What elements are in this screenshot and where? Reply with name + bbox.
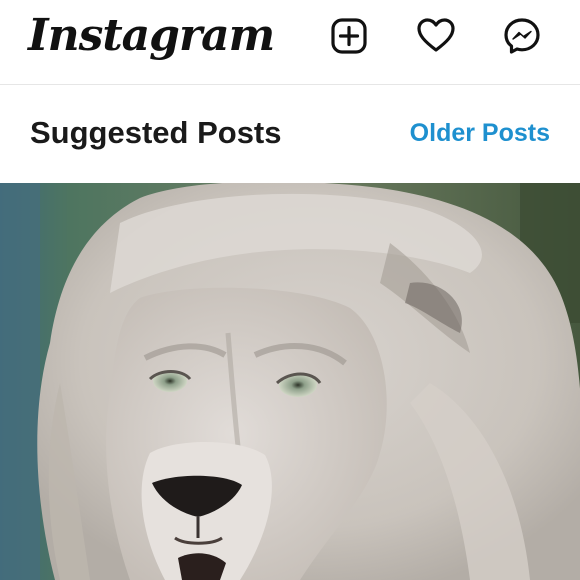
instagram-app: Instagram Suggested Posts Older Posts — [0, 0, 580, 580]
section-title: Suggested Posts — [30, 115, 282, 150]
suggested-posts-header: Suggested Posts Older Posts — [0, 85, 580, 181]
older-posts-link[interactable]: Older Posts — [410, 119, 550, 148]
activity-button[interactable] — [414, 14, 458, 58]
white-lion-photo — [0, 183, 580, 580]
plus-square-icon — [331, 18, 367, 54]
messages-button[interactable] — [500, 14, 544, 58]
instagram-logo[interactable]: Instagram — [28, 6, 275, 66]
top-navigation-bar: Instagram — [0, 0, 580, 85]
post-image[interactable] — [0, 183, 580, 580]
heart-icon — [417, 18, 455, 52]
new-post-button[interactable] — [327, 14, 371, 58]
messenger-icon — [504, 18, 540, 54]
